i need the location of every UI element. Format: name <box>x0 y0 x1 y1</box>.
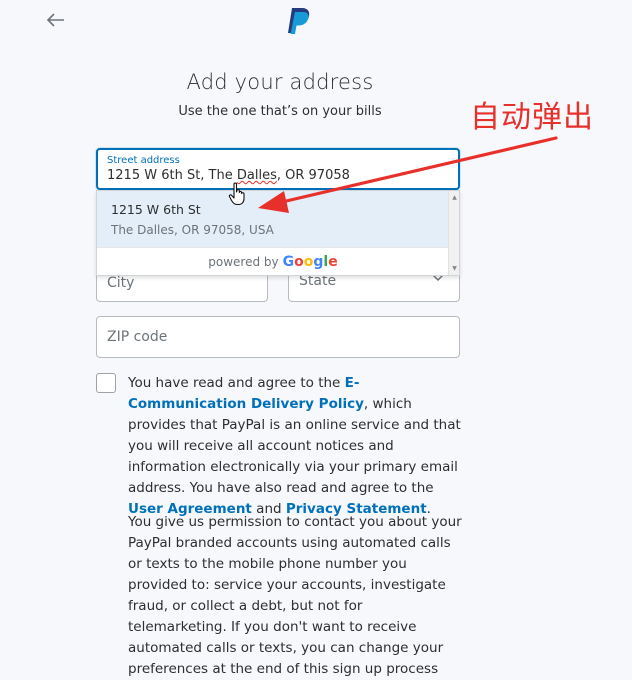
spellcheck-word: Dalles <box>236 168 277 183</box>
consent-text: You have read and agree to the E-Communi… <box>128 375 461 517</box>
back-button[interactable] <box>44 8 68 32</box>
autocomplete-dropdown: 1215 W 6th St The Dalles, OR 97058, USA … <box>96 190 460 276</box>
hand-cursor-icon <box>228 182 245 206</box>
arrow-left-icon <box>47 13 64 27</box>
dropdown-scrollbar[interactable]: ▲ ▼ <box>448 191 459 275</box>
suggestion-city: The Dalles, OR 97058, USA <box>111 223 274 237</box>
suggestion-street: 1215 W 6th St <box>111 202 201 217</box>
street-address-value: 1215 W 6th St, The Dalles, OR 97058 <box>107 168 350 183</box>
address-suggestion[interactable]: 1215 W 6th St The Dalles, OR 97058, USA <box>97 191 449 247</box>
permission-text: You give us permission to contact you ab… <box>128 514 462 677</box>
street-address-label: Street address <box>107 155 180 166</box>
powered-by-text: powered by <box>208 255 279 269</box>
scroll-up-icon[interactable]: ▲ <box>451 194 458 201</box>
city-placeholder: City <box>107 275 135 291</box>
street-address-field[interactable]: Street address 1215 W 6th St, The Dalles… <box>96 148 460 190</box>
annotation-label: 自动弹出 <box>470 100 594 135</box>
consent-checkbox[interactable] <box>96 373 116 393</box>
paypal-logo-icon <box>288 8 310 34</box>
google-logo-text: Google <box>282 254 338 270</box>
scroll-down-icon[interactable]: ▼ <box>451 265 458 272</box>
page-title: Add your address <box>186 70 374 94</box>
zip-placeholder: ZIP code <box>107 329 168 345</box>
powered-by-google: powered by Google <box>97 247 449 276</box>
zip-code-field[interactable]: ZIP code <box>96 316 460 358</box>
